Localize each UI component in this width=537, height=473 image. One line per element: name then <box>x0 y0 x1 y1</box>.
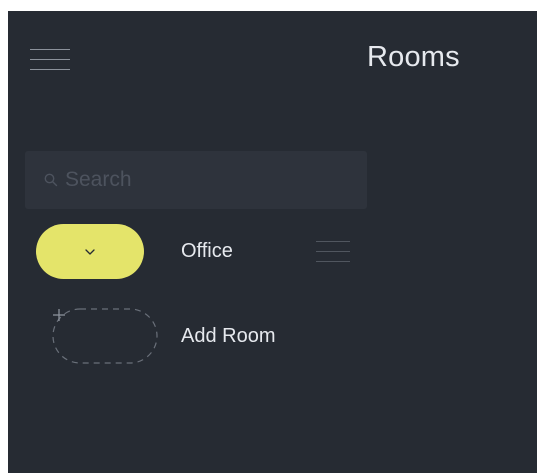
plus-icon <box>53 309 65 321</box>
menu-line <box>30 69 70 70</box>
hamburger-menu-icon[interactable] <box>30 47 70 73</box>
search-input[interactable] <box>65 168 345 192</box>
page-title: Rooms <box>367 41 460 73</box>
add-room-label[interactable]: Add Room <box>181 325 276 348</box>
handle-line <box>316 261 350 262</box>
add-room-button[interactable] <box>52 308 158 364</box>
menu-line <box>30 49 70 50</box>
drag-handle-icon[interactable] <box>316 240 350 262</box>
room-name-office[interactable]: Office <box>181 240 233 263</box>
search-bar[interactable] <box>25 151 367 209</box>
rooms-screen: Rooms Office Add Room <box>8 11 537 473</box>
add-room-dashed-outline <box>52 308 158 364</box>
handle-line <box>316 251 350 252</box>
room-toggle-button[interactable] <box>36 224 144 279</box>
handle-line <box>316 241 350 242</box>
chevron-down-icon <box>85 248 95 255</box>
search-icon <box>44 173 58 187</box>
menu-line <box>30 59 70 60</box>
